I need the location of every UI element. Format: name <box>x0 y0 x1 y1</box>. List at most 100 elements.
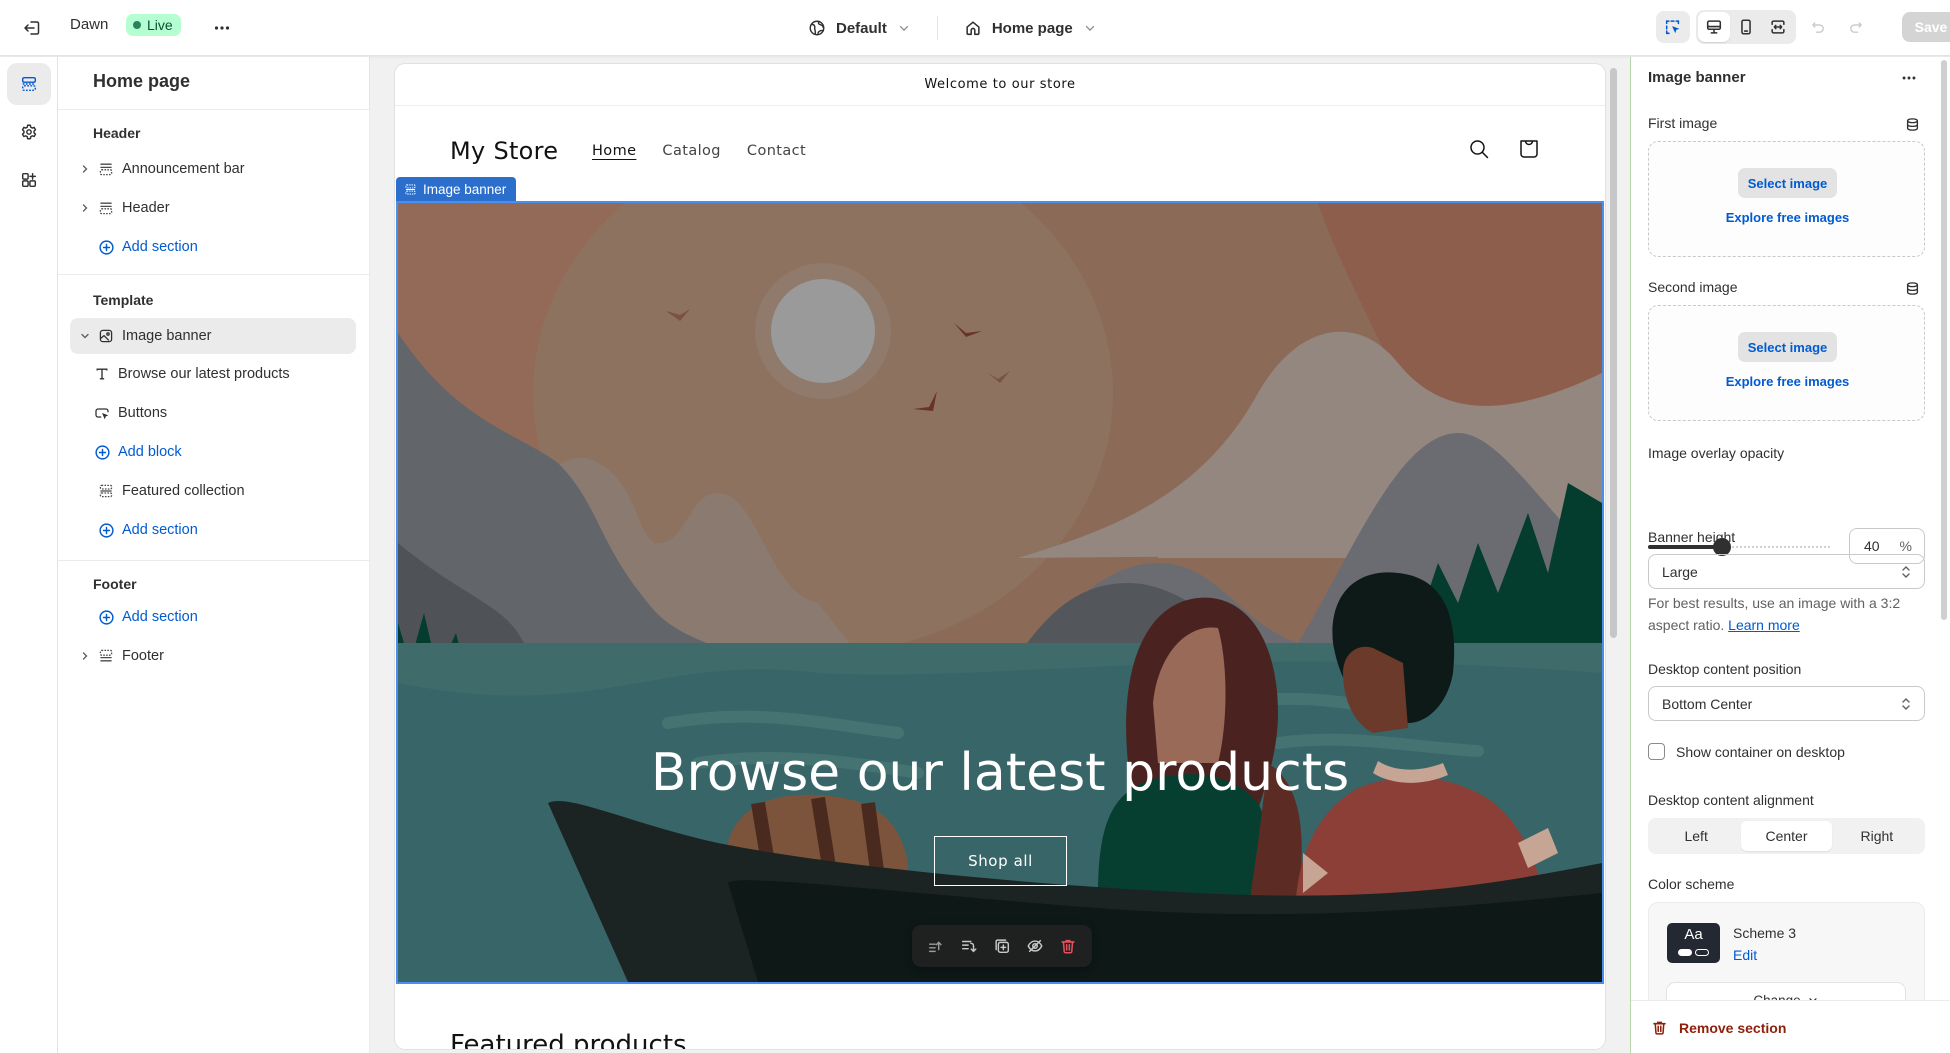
section-item-image-banner[interactable]: Image banner <box>70 318 356 354</box>
hide-button[interactable] <box>1021 932 1049 960</box>
context-switcher: Default Home page <box>800 12 1105 44</box>
swatch-text: Aa <box>1684 926 1703 943</box>
globe-icon <box>809 20 825 36</box>
mobile-view-button[interactable] <box>1730 12 1762 42</box>
alignment-left-option[interactable]: Left <box>1651 821 1741 851</box>
move-down-button[interactable] <box>955 932 983 960</box>
add-section-button-template[interactable]: Add section <box>70 513 356 547</box>
remove-section-button[interactable]: Remove section <box>1651 1019 1786 1036</box>
learn-more-link[interactable]: Learn more <box>1728 617 1800 633</box>
delete-section-button[interactable] <box>1054 932 1082 960</box>
preview-scrollbar[interactable] <box>1608 64 1618 1044</box>
shop-all-button[interactable]: Shop all <box>934 836 1067 886</box>
overlay-opacity-label: Image overlay opacity <box>1648 445 1785 461</box>
content-position-select[interactable]: Bottom Center <box>1648 686 1925 721</box>
block-item-buttons[interactable]: Buttons <box>70 396 356 430</box>
settings-scrollbar[interactable] <box>1940 60 1948 620</box>
section-settings-panel: Image banner First image Select image Ex… <box>1630 57 1950 1053</box>
chevron-down-icon[interactable] <box>78 331 92 341</box>
save-button[interactable]: Save <box>1902 12 1950 42</box>
banner-height-value: Large <box>1662 563 1698 580</box>
theme-settings-nav-button[interactable] <box>7 111 51 153</box>
page-dropdown[interactable]: Home page <box>956 19 1105 37</box>
select-cursor-icon <box>1665 20 1680 35</box>
top-bar: Dawn Live Default Home page Save <box>0 0 1950 56</box>
overlay-opacity-value: 40 <box>1864 538 1880 554</box>
selected-section-tag-label: Image banner <box>423 181 507 197</box>
preview-scrollbar-thumb[interactable] <box>1610 68 1617 638</box>
block-item-heading[interactable]: Browse our latest products <box>70 357 356 391</box>
image-banner-section[interactable]: Browse our latest products Shop all <box>396 201 1604 984</box>
swatch-primary-button <box>1678 949 1692 956</box>
selected-section-tag[interactable]: Image banner <box>396 177 517 201</box>
move-up-icon <box>929 941 943 953</box>
move-up-button[interactable] <box>922 932 950 960</box>
chevron-right-icon[interactable] <box>78 203 92 213</box>
more-horizontal-icon <box>1902 76 1916 80</box>
store-nav: Home Catalog Contact <box>592 143 806 159</box>
section-more-button[interactable] <box>1895 65 1923 91</box>
sections-nav-button[interactable] <box>7 63 51 105</box>
show-container-checkbox[interactable]: Show container on desktop <box>1648 743 1845 760</box>
explore-free-images-link[interactable]: Explore free images <box>1649 374 1926 389</box>
trash-icon <box>1653 1021 1666 1035</box>
sections-sidebar: Home page Header Announcement bar Header… <box>58 57 370 1053</box>
edit-color-scheme-link[interactable]: Edit <box>1733 947 1757 963</box>
sidebar-scrollbar[interactable] <box>369 109 370 1053</box>
section-item-footer[interactable]: Footer <box>70 639 356 673</box>
alignment-center-option[interactable]: Center <box>1741 821 1832 851</box>
dynamic-source-button[interactable] <box>1903 279 1921 297</box>
section-item-featured-collection[interactable]: Featured collection <box>70 474 356 508</box>
banner-height-help: For best results, use an image with a 3:… <box>1648 592 1928 636</box>
desktop-view-button[interactable] <box>1698 12 1730 42</box>
select-first-image-button[interactable]: Select image <box>1738 168 1837 198</box>
add-section-button-footer[interactable]: Add section <box>70 600 356 634</box>
dynamic-source-button[interactable] <box>1903 115 1921 133</box>
theme-dropdown[interactable]: Default <box>800 19 919 37</box>
sections-icon <box>21 76 37 92</box>
storefront-preview: Welcome to our store My Store Home Catal… <box>395 64 1605 1049</box>
undo-button[interactable] <box>1802 11 1834 43</box>
add-section-label: Add section <box>122 609 198 625</box>
banner-height-select[interactable]: Large <box>1648 554 1925 589</box>
exit-button[interactable] <box>18 14 46 42</box>
duplicate-button[interactable] <box>988 932 1016 960</box>
chevron-down-icon <box>899 25 908 31</box>
section-item-announcement-bar[interactable]: Announcement bar <box>70 152 356 186</box>
nav-link-home[interactable]: Home <box>592 143 636 159</box>
add-section-button-header[interactable]: Add section <box>70 230 356 264</box>
theme-actions-button[interactable] <box>208 14 236 42</box>
checkbox[interactable] <box>1648 743 1665 760</box>
cart-button[interactable] <box>1515 135 1543 163</box>
store-header[interactable]: My Store Home Catalog Contact <box>395 107 1605 202</box>
add-block-label: Add block <box>118 444 182 460</box>
inspector-toggle[interactable] <box>1656 11 1690 43</box>
select-second-image-button[interactable]: Select image <box>1738 332 1837 362</box>
nav-link-contact[interactable]: Contact <box>747 143 806 159</box>
banner-heading[interactable]: Browse our latest products <box>398 743 1602 803</box>
app-embeds-nav-button[interactable] <box>7 159 51 201</box>
add-circle-icon <box>96 607 116 627</box>
settings-scrollbar-thumb[interactable] <box>1941 60 1947 620</box>
explore-free-images-link[interactable]: Explore free images <box>1649 210 1926 225</box>
announcement-bar[interactable]: Welcome to our store <box>395 64 1605 106</box>
section-item-label: Footer <box>122 648 164 664</box>
section-item-header[interactable]: Header <box>70 191 356 225</box>
featured-products-title[interactable]: Featured products <box>450 1030 687 1049</box>
expand-horizontal-icon <box>1771 20 1785 34</box>
chevron-right-icon[interactable] <box>78 164 92 174</box>
nav-link-catalog[interactable]: Catalog <box>662 143 721 159</box>
chevron-down-icon <box>1085 25 1094 31</box>
redo-button[interactable] <box>1840 11 1872 43</box>
add-block-button[interactable]: Add block <box>70 435 356 469</box>
alignment-right-option[interactable]: Right <box>1832 821 1922 851</box>
store-logo[interactable]: My Store <box>450 137 558 165</box>
chevron-right-icon[interactable] <box>78 651 92 661</box>
banner-height-label: Banner height <box>1648 529 1736 545</box>
search-button[interactable] <box>1465 135 1493 163</box>
full-width-view-button[interactable] <box>1762 12 1794 42</box>
settings-title: Image banner <box>1648 69 1746 86</box>
section-icon <box>96 198 116 218</box>
section-icon <box>96 481 116 501</box>
content-alignment-segmented: Left Center Right <box>1648 818 1925 854</box>
